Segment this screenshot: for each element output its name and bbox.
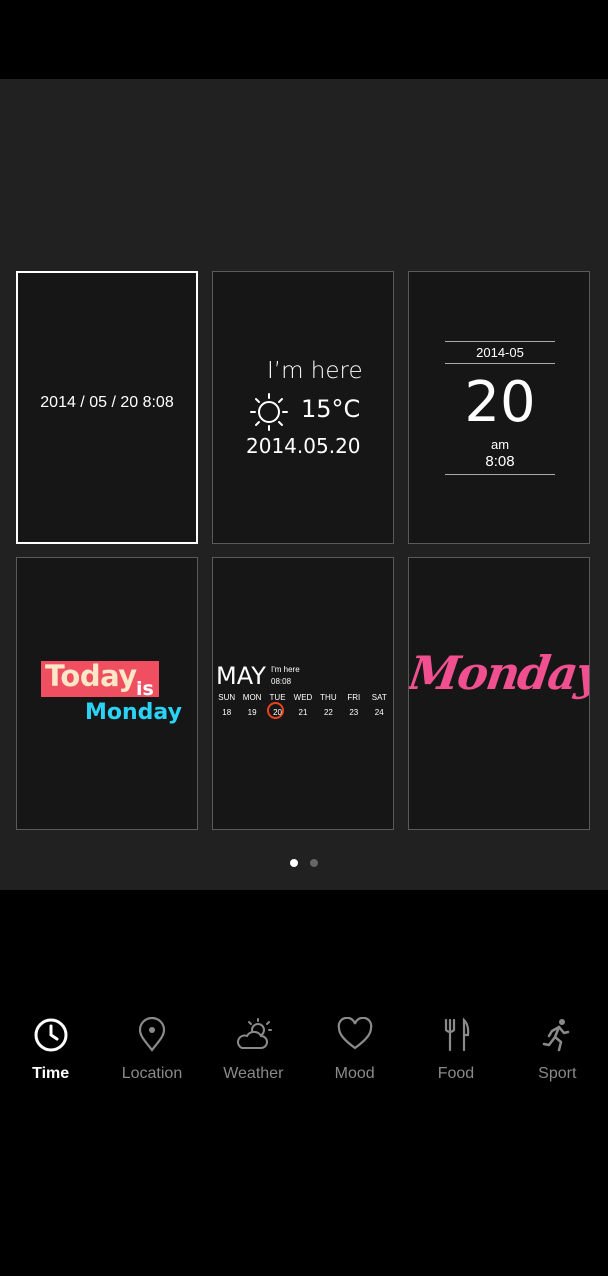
tab-sport[interactable]: Sport (507, 1015, 608, 1095)
date-row: 18 19 20 21 22 23 24 (213, 708, 393, 717)
date-label: 23 (349, 708, 359, 717)
tab-label: Time (32, 1065, 70, 1082)
tab-label: Food (437, 1065, 475, 1082)
calendar-time-text: 08:08 (271, 677, 292, 686)
template-card-date-time[interactable]: 2014 / 05 / 20 8:08 (16, 271, 198, 544)
date-label: 19 (247, 708, 257, 717)
date-label: 22 (323, 708, 333, 717)
weekday-label: MON (242, 693, 262, 702)
tab-label: Weather (223, 1065, 284, 1082)
template-card-weather[interactable]: I’m here 15°C 2014.05.20 (212, 271, 394, 544)
weather-date-text: 2014.05.20 (246, 434, 361, 458)
monday-text: Monday (85, 700, 182, 725)
weekday-label: SUN (218, 693, 236, 702)
template-card-monday-script[interactable]: Monday (408, 557, 590, 830)
im-here-text: I’m here (267, 358, 363, 384)
weekday-label: SAT (371, 693, 387, 702)
date-label: 24 (374, 708, 384, 717)
template-card-week-calendar[interactable]: MAY I'm here 08:08 SUN MON TUE WED THU F… (212, 557, 394, 830)
weekday-label: WED (293, 693, 313, 702)
ampm-text: am (490, 437, 510, 452)
clock-icon (31, 1015, 71, 1055)
divider (445, 341, 555, 342)
tab-weather[interactable]: Weather (203, 1015, 304, 1095)
divider (445, 363, 555, 364)
date-label: 21 (298, 708, 308, 717)
tab-location[interactable]: Location (101, 1015, 202, 1095)
time-text: 8:08 (485, 453, 515, 470)
tab-mood[interactable]: Mood (304, 1015, 405, 1095)
weekday-label: THU (320, 693, 337, 702)
category-tab-bar: Time Location Weather Mood Food Sport (0, 1015, 608, 1095)
tab-label: Mood (334, 1065, 375, 1082)
month-text: MAY (216, 662, 266, 690)
today-text: Today (45, 659, 137, 693)
location-pin-icon (132, 1015, 172, 1055)
date-label: 18 (222, 708, 232, 717)
temperature-text: 15°C (301, 395, 361, 423)
monday-script-text: Monday (408, 646, 590, 700)
runner-icon (537, 1015, 577, 1055)
template-card-calendar-day[interactable]: 2014-05 20 am 8:08 (408, 271, 590, 544)
tab-time[interactable]: Time (0, 1015, 101, 1095)
is-text: is (136, 678, 154, 700)
heart-icon (335, 1015, 375, 1055)
fork-knife-icon (436, 1015, 476, 1055)
date-label: 20 (273, 708, 282, 717)
tab-label: Sport (538, 1065, 577, 1082)
tab-food[interactable]: Food (405, 1015, 506, 1095)
sun-icon (250, 393, 288, 431)
template-card-today-is-monday[interactable]: Today is Monday (16, 557, 198, 830)
weekday-label: FRI (347, 693, 361, 702)
weekday-label: TUE (269, 693, 286, 702)
weather-icon (233, 1015, 273, 1055)
divider (445, 474, 555, 475)
template-panel: 2014 / 05 / 20 8:08 I’m here 15°C 2014.0… (0, 79, 608, 890)
tab-label: Location (121, 1065, 183, 1082)
day-number-text: 20 (464, 370, 536, 435)
page-dot-active[interactable] (290, 859, 298, 867)
page-dot[interactable] (310, 859, 318, 867)
page-indicator (0, 859, 608, 867)
date-time-text: 2014 / 05 / 20 8:08 (40, 394, 174, 411)
im-here-text: I'm here (271, 665, 300, 674)
weekday-row: SUN MON TUE WED THU FRI SAT (213, 693, 393, 702)
year-month-text: 2014-05 (476, 345, 524, 360)
